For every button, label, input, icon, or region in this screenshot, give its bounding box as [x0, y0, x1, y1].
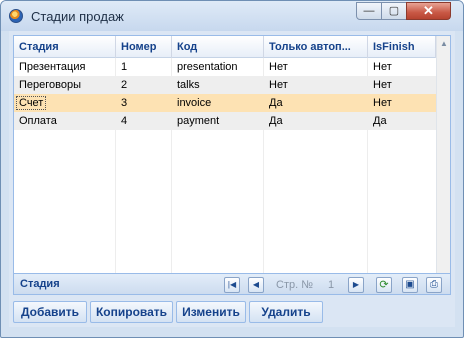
- save-icon[interactable]: ▣: [402, 277, 418, 293]
- table-row[interactable]: Презентация 1 presentation Нет Нет: [14, 58, 436, 76]
- cell-code: payment: [177, 115, 220, 127]
- dialog-window: Стадии продаж — ▢ ✕ Стадия Номер Код Тол…: [0, 0, 464, 338]
- cell-stage-text: Оплата: [19, 115, 57, 127]
- column-header-code[interactable]: Код: [172, 36, 264, 58]
- pager-title: Стадия: [20, 278, 60, 290]
- column-header-number[interactable]: Номер: [116, 36, 172, 58]
- cell-number: 3: [121, 97, 128, 109]
- cell-code: invoice: [177, 97, 212, 109]
- cell-code: presentation: [177, 61, 238, 73]
- sales-stages-grid: Стадия Номер Код Только автоп... IsFinis…: [13, 35, 451, 293]
- cell-isfinish: Нет: [373, 61, 392, 73]
- title-bar[interactable]: Стадии продаж — ▢ ✕: [1, 1, 463, 31]
- cell-stage-text: Переговоры: [19, 79, 82, 91]
- window-content: Стадия Номер Код Только автоп... IsFinis…: [9, 31, 455, 327]
- page-number-field[interactable]: 1: [328, 279, 334, 291]
- cell-stage: Презентация: [14, 58, 116, 76]
- window-title: Стадии продаж: [31, 9, 124, 24]
- table-row[interactable]: Переговоры 2 talks Нет Нет: [14, 76, 436, 94]
- edit-button[interactable]: Изменить: [176, 301, 246, 323]
- cell-stage: Переговоры: [14, 76, 116, 94]
- cell-auto-only: Нет: [269, 61, 288, 73]
- cell-number: 4: [121, 115, 128, 127]
- column-header-stage[interactable]: Стадия: [14, 36, 116, 58]
- cell-number: 2: [121, 79, 128, 91]
- delete-button[interactable]: Удалить: [249, 301, 323, 323]
- copy-button[interactable]: Копировать: [90, 301, 173, 323]
- app-globe-icon: [9, 9, 23, 23]
- page-prefix: Стр. №: [276, 279, 314, 291]
- table-row[interactable]: Оплата 4 payment Да Да: [14, 112, 436, 130]
- cell-isfinish: Нет: [373, 79, 392, 91]
- maximize-button[interactable]: ▢: [381, 2, 407, 20]
- cell-code: talks: [177, 79, 200, 91]
- cell-stage: Счет: [14, 94, 116, 112]
- table-row-selected[interactable]: Счет 3 invoice Да Нет: [14, 94, 436, 112]
- print-icon[interactable]: ⎙: [426, 277, 442, 293]
- grid-body: Презентация 1 presentation Нет Нет Перег…: [14, 58, 436, 130]
- column-header-auto-only[interactable]: Только автоп...: [264, 36, 368, 58]
- cell-isfinish: Нет: [373, 97, 392, 109]
- cell-stage-text: Счет: [15, 96, 47, 110]
- cell-auto-only: Нет: [269, 79, 288, 91]
- scroll-up-icon[interactable]: ▲: [439, 39, 449, 49]
- column-header-isfinish[interactable]: IsFinish: [368, 36, 436, 58]
- cell-stage: Оплата: [14, 112, 116, 130]
- prev-page-icon[interactable]: ◀: [248, 277, 264, 293]
- cell-number: 1: [121, 61, 128, 73]
- cell-auto-only: Да: [269, 97, 283, 109]
- next-page-icon[interactable]: ▶: [348, 277, 364, 293]
- add-button[interactable]: Добавить: [13, 301, 87, 323]
- cell-stage-text: Презентация: [19, 61, 86, 73]
- vertical-scrollbar[interactable]: ▲ ▼: [436, 36, 450, 292]
- paging-toolbar: Стадия |◀ ◀ Стр. № 1 ▶ ⟳ ▣ ⎙: [13, 273, 451, 295]
- grid-header: Стадия Номер Код Только автоп... IsFinis…: [14, 36, 450, 58]
- cell-auto-only: Да: [269, 115, 283, 127]
- cell-isfinish: Да: [373, 115, 387, 127]
- minimize-button[interactable]: —: [356, 2, 382, 20]
- close-button[interactable]: ✕: [406, 2, 451, 20]
- refresh-icon[interactable]: ⟳: [376, 277, 392, 293]
- first-page-icon[interactable]: |◀: [224, 277, 240, 293]
